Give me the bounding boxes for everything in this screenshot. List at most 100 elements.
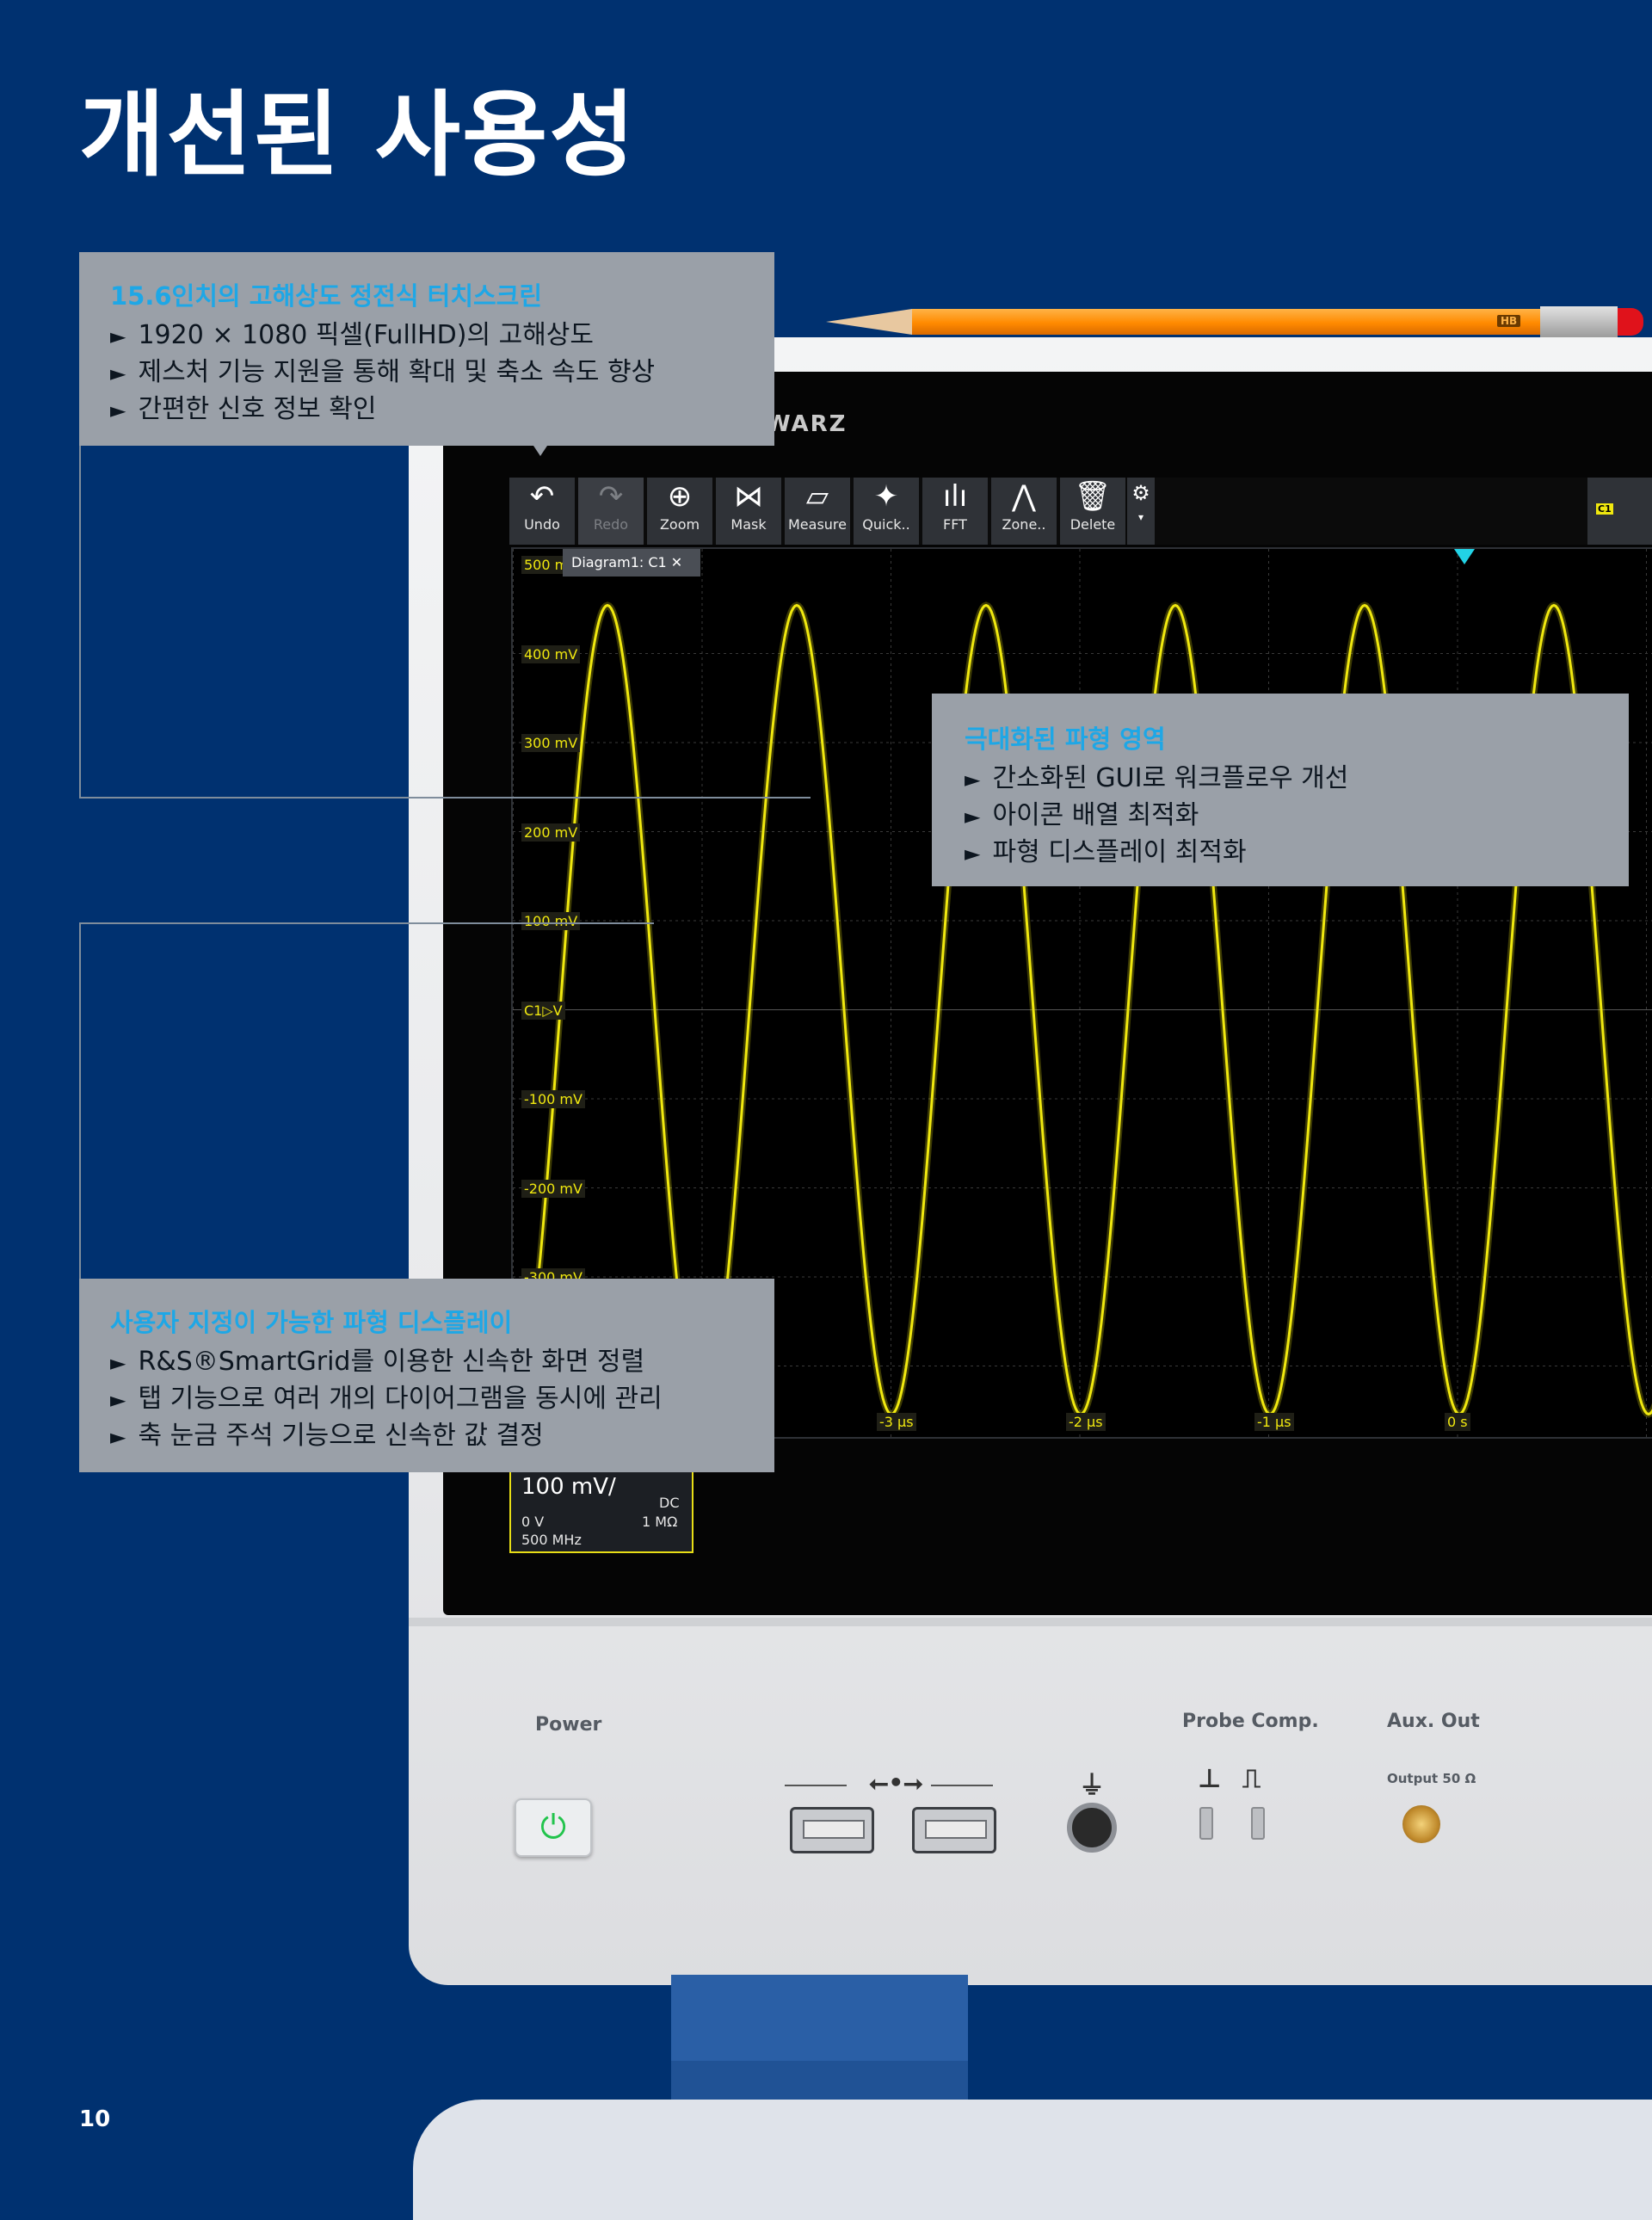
fft-icon: ılı	[942, 479, 968, 514]
bullet-icon: ►	[110, 1351, 126, 1375]
coupling: DC	[659, 1495, 680, 1511]
chevron-down-icon: ▾	[1137, 511, 1144, 523]
callout-item: ► 간소화된 GUI로 워크플로우 개선	[965, 761, 1629, 798]
aux-out-impedance: Output 50 Ω	[1387, 1771, 1476, 1786]
toolbar-label: Mask	[730, 516, 767, 533]
toolbar-zoom-button[interactable]: ⊕ Zoom	[647, 478, 712, 545]
toolbar-label: Quick..	[862, 516, 910, 533]
usb-divider-right	[931, 1785, 993, 1786]
y-tick-label: 200 mV	[521, 823, 581, 842]
impedance: 1 MΩ	[642, 1514, 678, 1530]
toolbar-measure-button[interactable]: ▱ Measure	[785, 478, 850, 545]
pencil	[912, 309, 1592, 335]
gear-icon: ⚙	[1131, 481, 1150, 505]
probe-ground-icon: ⊥	[1198, 1764, 1222, 1794]
bullet-icon: ►	[965, 768, 981, 792]
settings-button[interactable]: ⚙ ▾	[1127, 478, 1155, 545]
callout-pointer	[527, 435, 554, 456]
toolbar-fft-button[interactable]: ılı FFT	[922, 478, 988, 545]
aux-out-connector[interactable]	[1402, 1805, 1440, 1843]
pencil-ferrule	[1540, 306, 1618, 337]
tab-diagram1[interactable]: Diagram1: C1 ✕	[563, 549, 700, 577]
channel-info-box[interactable]: 100 mV/ DC 0 V 1 MΩ 500 MHz	[509, 1467, 693, 1553]
y-tick-label: -100 mV	[521, 1090, 585, 1108]
signal-bar[interactable]: C1	[1587, 478, 1652, 545]
usb-icon: ⭠•⭢	[869, 1768, 923, 1797]
toolbar-label: Redo	[593, 516, 629, 533]
power-icon: ⏻	[539, 1808, 567, 1846]
callout-custom-display: 사용자 지정이 가능한 파형 디스플레이 ► R&S®SmartGrid를 이용한…	[79, 1279, 774, 1472]
callout-3-leader-vertical	[79, 922, 81, 1279]
probe-square-wave-icon: ⎍	[1242, 1764, 1261, 1794]
toolbar-zone-button[interactable]: ⋀ Zone..	[991, 478, 1057, 545]
vertical-scale: 100 mV/	[521, 1474, 616, 1500]
pencil-eraser	[1618, 308, 1643, 336]
callout-heading: 15.6인치의 고해상도 정전식 터치스크린	[110, 281, 543, 311]
desk-surface	[413, 2100, 1652, 2220]
ground-icon: ⏚	[1079, 1771, 1105, 1801]
aux-out-label: Aux. Out	[1387, 1711, 1480, 1732]
callout-item: ► 탭 기능으로 여러 개의 다이어그램을 동시에 관리	[110, 1381, 774, 1418]
callout-waveform-area: 극대화된 파형 영역 ► 간소화된 GUI로 워크플로우 개선 ► 아이콘 배열 최…	[932, 694, 1629, 886]
callout-item: ► 파형 디스플레이 최적화	[965, 835, 1629, 872]
callout-item: ► 축 눈금 주석 기능으로 신속한 값 결정	[110, 1418, 774, 1455]
undo-icon: ↶	[529, 479, 555, 514]
callout-item: ► 1920 × 1080 픽셀(FullHD)의 고해상도	[110, 318, 774, 355]
callout-3-leader-horizontal	[79, 922, 654, 924]
power-button[interactable]: ⏻	[515, 1798, 592, 1857]
callout-touchscreen: 15.6인치의 고해상도 정전식 터치스크린 ► 1920 × 1080 픽셀(F…	[79, 252, 774, 446]
x-tick-label: -2 µs	[1066, 1413, 1106, 1431]
ruler-icon: ▱	[805, 479, 829, 514]
offset: 0 V	[521, 1514, 545, 1530]
power-label: Power	[535, 1714, 602, 1736]
toolbar-mask-button[interactable]: ⋈ Mask	[716, 478, 781, 545]
bullet-icon: ►	[110, 1388, 126, 1412]
y-tick-label: C1▷V	[521, 1001, 565, 1020]
toolbar-label: Measure	[788, 516, 847, 533]
toolbar-label: Zone..	[1002, 516, 1046, 533]
toolbar-redo-button[interactable]: ↷ Redo	[578, 478, 644, 545]
redo-icon: ↷	[598, 479, 624, 514]
callout-heading: 극대화된 파형 영역	[965, 725, 1166, 754]
callout-heading: 사용자 지정이 가능한 파형 디스플레이	[110, 1308, 513, 1337]
pencil-tip	[826, 309, 912, 335]
toolbar-label: FFT	[943, 516, 967, 533]
trigger-position-marker[interactable]	[1454, 549, 1475, 564]
zone-icon: ⋀	[1012, 479, 1036, 514]
bullet-icon: ►	[110, 324, 126, 348]
bullet-icon: ►	[110, 361, 126, 385]
page-title: 개선된 사용성	[79, 82, 637, 189]
brand-logo: WARZ	[766, 411, 848, 437]
callout-item: ► 아이콘 배열 최적화	[965, 798, 1629, 835]
toolbar-undo-button[interactable]: ↶ Undo	[509, 478, 575, 545]
toolbar-label: Zoom	[659, 516, 700, 533]
mask-icon: ⋈	[734, 479, 763, 514]
usb-port-2[interactable]	[912, 1807, 996, 1853]
toolbar-label: Undo	[524, 516, 560, 533]
toolbar-quick-button[interactable]: ✦ Quick..	[854, 478, 919, 545]
x-tick-label: -3 µs	[877, 1413, 916, 1431]
callout-item: ► R&S®SmartGrid를 이용한 신속한 화면 정렬	[110, 1344, 774, 1381]
callout-item: ► 간편한 신호 정보 확인	[110, 392, 774, 429]
quick-measure-icon: ✦	[873, 479, 899, 514]
channel-chip: C1	[1596, 503, 1613, 515]
page-number: 10	[79, 2106, 111, 2132]
y-tick-label: 100 mV	[521, 912, 581, 930]
toolbar-delete-button[interactable]: 🗑 Delete	[1060, 478, 1125, 545]
callout-1-leader-vertical	[79, 446, 81, 799]
trash-icon: 🗑	[1074, 479, 1112, 514]
toolbar-label: Delete	[1069, 516, 1116, 533]
bullet-icon: ►	[110, 398, 126, 422]
y-tick-label: 400 mV	[521, 644, 581, 663]
bullet-icon: ►	[965, 842, 981, 866]
bezel-edge	[409, 1618, 1652, 1626]
ground-jack[interactable]	[1067, 1803, 1117, 1853]
y-tick-label: 300 mV	[521, 734, 581, 752]
x-tick-label: 0 s	[1445, 1413, 1470, 1431]
y-tick-label: -200 mV	[521, 1179, 585, 1198]
usb-port-1[interactable]	[790, 1807, 874, 1853]
bandwidth: 500 MHz	[521, 1532, 582, 1548]
zoom-icon: ⊕	[667, 479, 693, 514]
probe-comp-ground-pin[interactable]	[1199, 1807, 1213, 1840]
probe-comp-signal-pin[interactable]	[1251, 1807, 1265, 1840]
